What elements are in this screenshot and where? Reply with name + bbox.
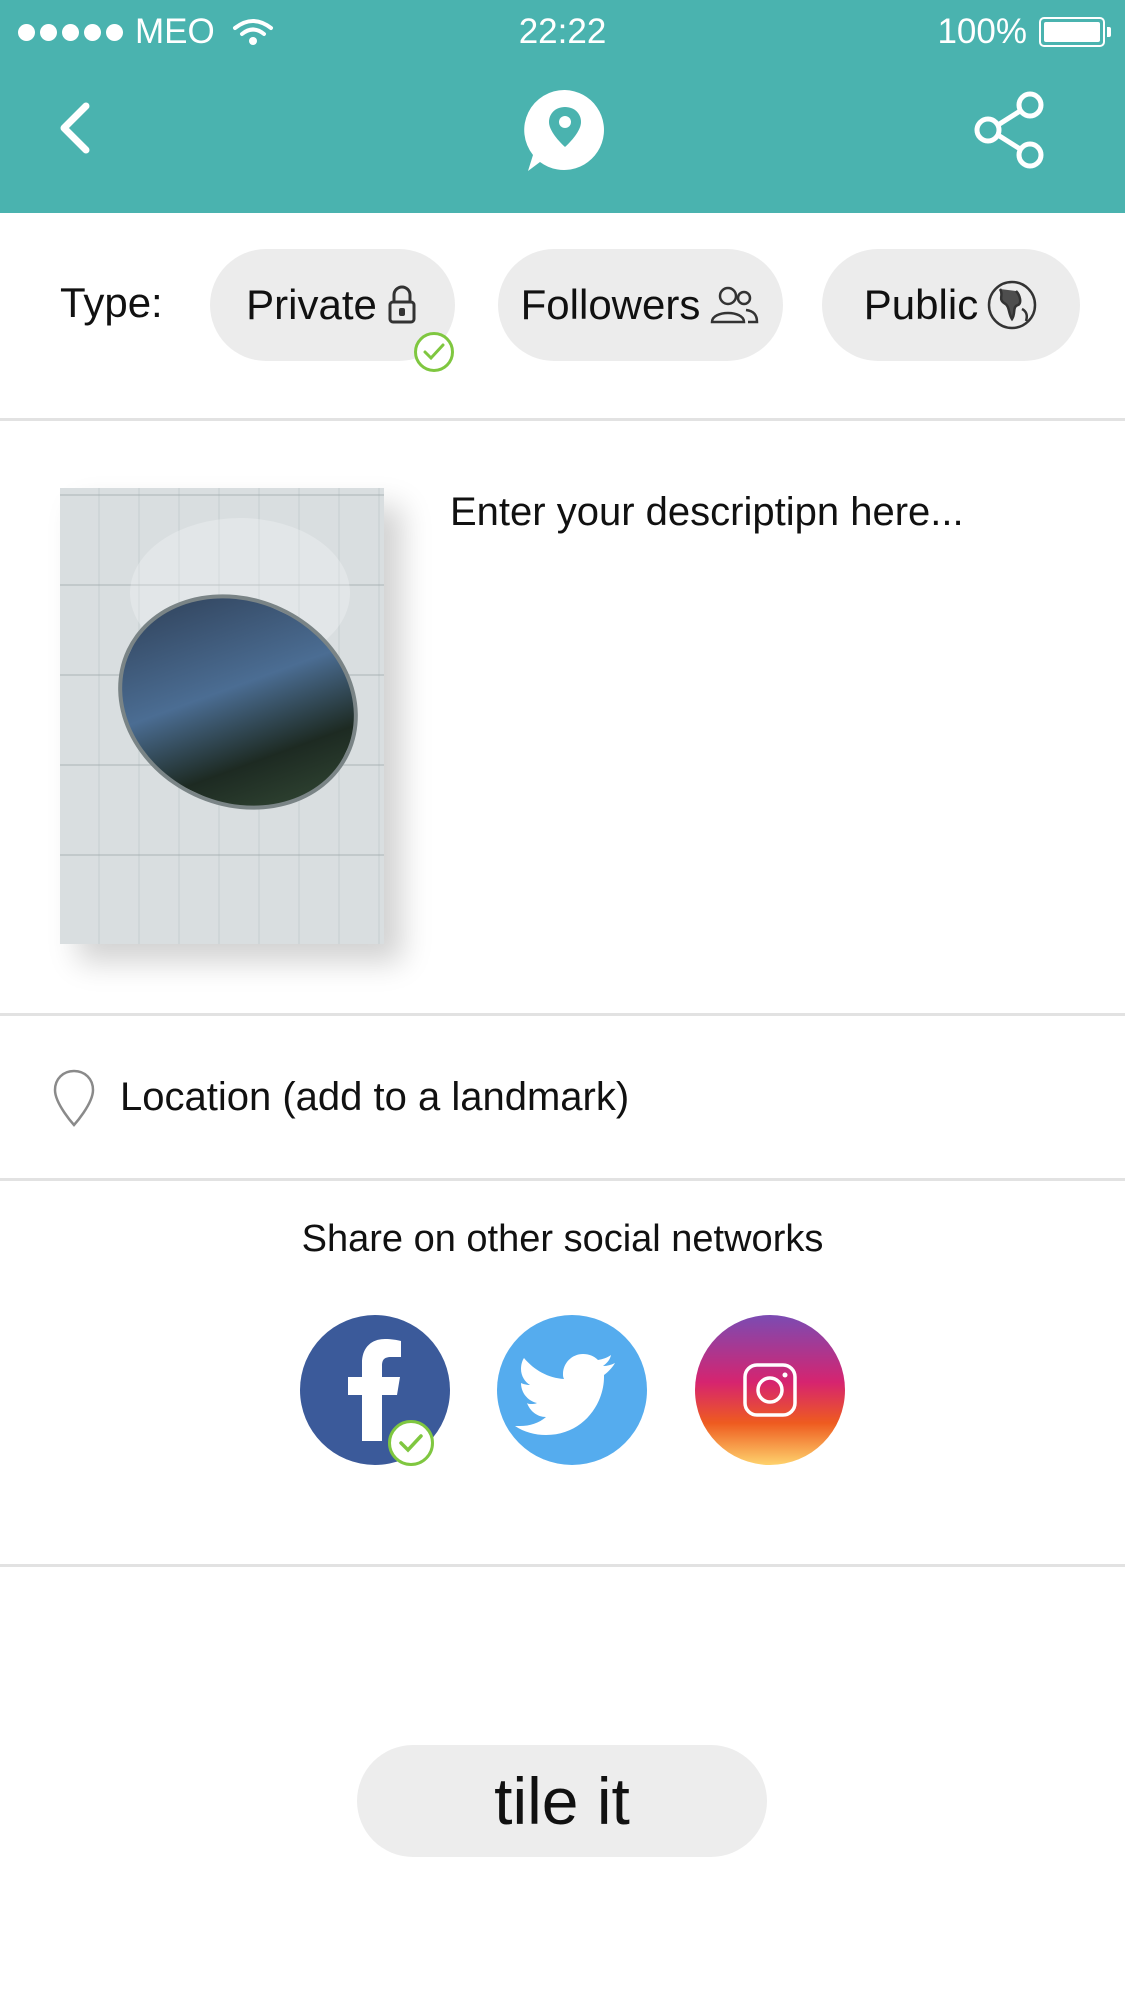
type-option-private[interactable]: Private xyxy=(210,249,455,372)
chevron-left-icon[interactable] xyxy=(50,98,100,158)
type-option-label: Public xyxy=(863,281,979,328)
selected-check-icon xyxy=(388,1420,434,1466)
globe-icon xyxy=(987,280,1037,330)
battery-icon xyxy=(1039,17,1105,47)
battery-indicator: 100% xyxy=(937,12,1111,52)
type-selector: Type: Private Followers Public xyxy=(0,213,1125,420)
battery-percent: 100% xyxy=(937,12,1027,51)
location-label: Location (add to a landmark) xyxy=(120,1075,630,1119)
twitter-share-button[interactable] xyxy=(497,1315,647,1465)
location-row[interactable]: Location (add to a landmark) xyxy=(0,1015,1125,1180)
share-icon[interactable] xyxy=(970,90,1050,170)
divider xyxy=(0,1178,1125,1181)
type-option-label: Private xyxy=(246,281,377,328)
facebook-share-button[interactable] xyxy=(300,1315,450,1466)
users-icon xyxy=(711,286,759,324)
selected-check-icon xyxy=(414,332,454,372)
map-pin-bubble-icon xyxy=(524,89,604,171)
type-option-label: Followers xyxy=(520,281,701,328)
post-photo-thumbnail[interactable] xyxy=(60,488,384,944)
instagram-icon xyxy=(743,1363,797,1417)
status-bar: MEO 22:22 100% xyxy=(0,0,1125,64)
description-input[interactable]: Enter your descriptipn here... xyxy=(450,490,964,535)
share-title: Share on other social networks xyxy=(301,1218,824,1260)
app-header: MEO 22:22 100% xyxy=(0,0,1125,213)
map-pin-icon xyxy=(53,1069,95,1127)
lock-icon xyxy=(388,285,416,324)
divider xyxy=(0,418,1125,421)
type-option-public[interactable]: Public xyxy=(822,249,1080,361)
divider xyxy=(0,1564,1125,1567)
twitter-icon xyxy=(515,1354,615,1435)
type-label: Type: xyxy=(60,279,163,326)
tile-it-button[interactable]: tile it xyxy=(357,1745,767,1857)
instagram-share-button[interactable] xyxy=(695,1315,845,1465)
type-option-followers[interactable]: Followers xyxy=(498,249,783,361)
